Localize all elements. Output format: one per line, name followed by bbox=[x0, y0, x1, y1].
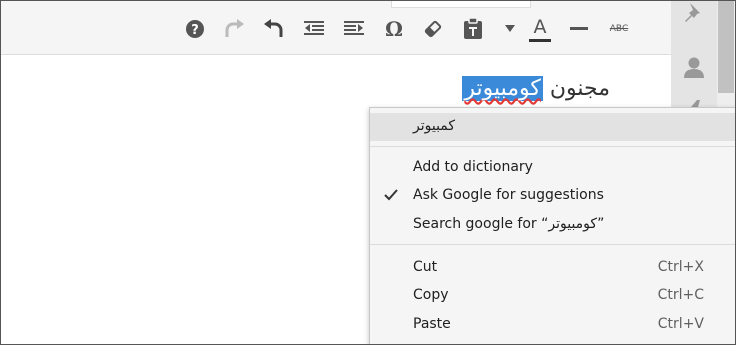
redo-button[interactable] bbox=[219, 14, 249, 44]
svg-text:?: ? bbox=[191, 23, 199, 38]
redo-icon bbox=[225, 19, 244, 37]
paste-item[interactable]: Paste Ctrl+V bbox=[370, 311, 735, 339]
clear-formatting-button[interactable] bbox=[418, 14, 448, 44]
undo-button[interactable] bbox=[259, 14, 289, 44]
paste-shortcut: Ctrl+V bbox=[657, 316, 704, 332]
ask-google-suggestions-item[interactable]: Ask Google for suggestions bbox=[370, 182, 735, 210]
paste-label: Paste bbox=[413, 316, 451, 332]
help-icon: ? bbox=[186, 20, 204, 38]
strikethrough-icon: ABC bbox=[609, 24, 629, 34]
horizontal-line-button[interactable] bbox=[564, 14, 594, 44]
copy-shortcut: Ctrl+C bbox=[657, 287, 704, 303]
cut-shortcut: Ctrl+X bbox=[657, 259, 704, 275]
text-color-icon: A bbox=[529, 17, 551, 42]
cut-item[interactable]: Cut Ctrl+X bbox=[370, 254, 735, 282]
text-color-bar bbox=[529, 38, 551, 42]
tool-icon[interactable] bbox=[681, 97, 707, 107]
add-to-dictionary-item[interactable]: Add to dictionary bbox=[370, 154, 735, 182]
outdent-button[interactable] bbox=[299, 14, 329, 44]
clipboard-icon bbox=[464, 18, 482, 39]
context-menu: كمبيوتر Add to dictionary Ask Google for… bbox=[369, 107, 735, 344]
copy-item[interactable]: Copy Ctrl+C bbox=[370, 282, 735, 310]
ask-google-suggestions-label: Ask Google for suggestions bbox=[413, 187, 604, 203]
search-google-label: Search google for “كومبيوتر” bbox=[413, 216, 605, 232]
user-icon[interactable] bbox=[681, 55, 707, 81]
text-color-dropdown-button[interactable] bbox=[497, 14, 523, 44]
strikethrough-button[interactable]: ABC bbox=[604, 14, 634, 44]
toolbar-top-strip bbox=[391, 1, 531, 8]
editor-toolbar: ? Ω A ABC bbox=[1, 1, 671, 55]
text-color-button[interactable]: A bbox=[525, 14, 555, 44]
menu-separator bbox=[370, 244, 735, 245]
cut-label: Cut bbox=[413, 259, 438, 275]
text-color-letter: A bbox=[533, 15, 547, 38]
copy-label: Copy bbox=[413, 287, 449, 303]
menu-separator bbox=[370, 146, 735, 147]
help-button[interactable]: ? bbox=[180, 14, 210, 44]
spelling-suggestion-item[interactable]: كمبيوتر bbox=[370, 113, 735, 141]
paste-as-text-button[interactable] bbox=[458, 14, 488, 44]
eraser-icon bbox=[424, 20, 442, 38]
search-google-item[interactable]: Search google for “كومبيوتر” bbox=[370, 211, 735, 239]
horizontal-line-icon bbox=[570, 27, 588, 30]
checkmark-icon bbox=[384, 189, 398, 201]
undo-icon bbox=[264, 19, 283, 37]
omega-icon: Ω bbox=[385, 17, 403, 41]
editor-text: مجنون bbox=[542, 76, 610, 101]
scrollbar-thumb[interactable] bbox=[718, 1, 734, 93]
editor-text-line[interactable]: مجنون كومبيوتر bbox=[1, 75, 610, 103]
special-character-button[interactable]: Ω bbox=[379, 14, 409, 44]
indent-icon bbox=[344, 21, 364, 35]
chevron-down-icon bbox=[505, 25, 515, 32]
outdent-icon bbox=[304, 21, 324, 35]
indent-button[interactable] bbox=[339, 14, 369, 44]
editor-window: ? Ω A ABC مجنون كومبيوتر كمبيوتر Add to … bbox=[0, 0, 736, 345]
misspelled-selected-word[interactable]: كومبيوتر bbox=[462, 76, 543, 101]
spelling-suggestion-label: كمبيوتر bbox=[413, 118, 456, 134]
pin-icon[interactable] bbox=[681, 1, 707, 27]
add-to-dictionary-label: Add to dictionary bbox=[413, 159, 533, 175]
